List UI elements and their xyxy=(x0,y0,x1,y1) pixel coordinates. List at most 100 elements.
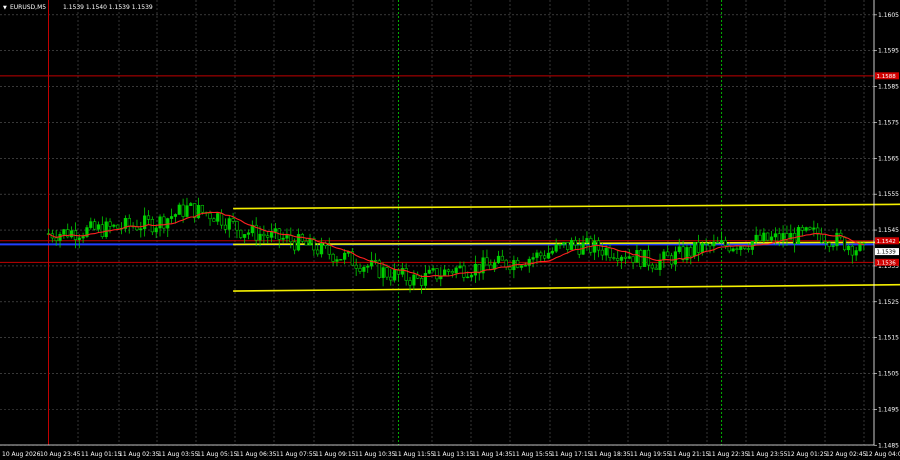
candle-body xyxy=(735,248,739,250)
candle-body xyxy=(589,238,593,253)
candle-body xyxy=(850,245,854,256)
candle-body xyxy=(500,255,504,261)
candle-body xyxy=(216,213,220,222)
candle-body xyxy=(319,242,324,255)
candle-body xyxy=(69,230,74,238)
x-tick-label: 11 Aug 21:15 xyxy=(669,451,710,458)
candle-body xyxy=(112,224,116,227)
x-tick-label: 11 Aug 06:35 xyxy=(236,451,277,458)
candle-body xyxy=(219,213,224,226)
candle-body xyxy=(804,227,808,231)
candle-body xyxy=(519,265,524,268)
candle-body xyxy=(373,260,378,262)
y-tick-label: 1.1595 xyxy=(878,48,899,55)
candle-body xyxy=(308,238,312,246)
candle-body xyxy=(689,247,693,257)
x-tick-label: 11 Aug 13:15 xyxy=(433,451,474,458)
ohlc-readout: 1.1539 1.1540 1.1539 1.1539 xyxy=(63,4,153,11)
candle-body xyxy=(304,240,308,246)
candle-body xyxy=(643,249,647,267)
candle-body xyxy=(693,242,697,257)
candle-body xyxy=(343,252,347,260)
candle-body xyxy=(535,252,539,258)
candle-body xyxy=(104,221,108,237)
candle-body xyxy=(116,224,120,229)
y-tick-label: 1.1485 xyxy=(878,442,899,449)
candle-body xyxy=(173,214,178,217)
candle-body xyxy=(158,216,162,229)
candle-body xyxy=(62,229,66,235)
candle-body xyxy=(339,259,343,261)
candle-body xyxy=(408,280,412,286)
candle-body xyxy=(454,267,458,274)
candle-body xyxy=(93,221,97,230)
x-tick-label: 11 Aug 01:15 xyxy=(81,451,122,458)
candle-body xyxy=(293,241,297,251)
candle-body xyxy=(258,233,262,241)
x-tick-label: 11 Aug 15:55 xyxy=(512,451,553,458)
candle-body xyxy=(593,240,597,253)
candle-body xyxy=(208,212,212,220)
candle-body xyxy=(458,265,462,269)
candle-body xyxy=(639,250,643,267)
candle-body xyxy=(185,205,189,217)
candle-body xyxy=(808,227,812,230)
candle-body xyxy=(327,245,331,255)
y-tick-label: 1.1555 xyxy=(878,191,899,198)
candle-body xyxy=(608,247,612,258)
candle-body xyxy=(731,248,735,252)
candle-body xyxy=(239,229,243,238)
x-tick-label: 11 Aug 22:35 xyxy=(708,451,749,458)
candle-body xyxy=(435,268,439,280)
candle-body xyxy=(212,218,216,222)
candle-body xyxy=(443,269,447,277)
candle-body xyxy=(354,264,358,269)
candle-body xyxy=(58,234,62,241)
x-tick-label: 11 Aug 18:35 xyxy=(590,451,631,458)
candle-body xyxy=(754,234,758,242)
y-tick-label: 1.1515 xyxy=(878,335,899,342)
candle-body xyxy=(612,257,616,259)
candle-body xyxy=(604,247,608,256)
candle-body xyxy=(650,264,654,269)
candle-body xyxy=(400,268,404,275)
candle-body xyxy=(846,245,851,251)
candle-body xyxy=(243,234,247,238)
candle-body xyxy=(193,203,197,219)
y-tick-label: 1.1495 xyxy=(878,406,899,413)
candle-body xyxy=(266,235,270,238)
candle-body xyxy=(269,231,274,238)
candle-body xyxy=(823,241,827,244)
candle-body xyxy=(446,269,451,272)
candle-body xyxy=(673,251,677,265)
x-tick-label: 10 Aug 23:45 xyxy=(40,451,81,458)
candle-body xyxy=(146,215,151,220)
candle-body xyxy=(666,251,670,257)
candle-body xyxy=(600,249,604,256)
header-dropdown-icon[interactable]: ▼ xyxy=(3,5,7,11)
candle-body xyxy=(262,233,266,237)
x-tick-label: 11 Aug 23:55 xyxy=(747,451,788,458)
y-tick-label: 1.1545 xyxy=(878,227,899,234)
price-chart[interactable]: 1.1605 1.1595 1.1585 1.1575 1.1565 1.1555 1.15… xyxy=(0,0,900,460)
candle-body xyxy=(635,250,639,263)
candle-body xyxy=(362,266,366,272)
candle-body xyxy=(196,204,201,219)
candle-body xyxy=(285,235,289,239)
candle-body xyxy=(539,252,543,257)
candle-body xyxy=(546,252,551,259)
candle-body xyxy=(381,267,385,278)
candle-body xyxy=(393,269,397,281)
symbol-label: EURUSD,M5 xyxy=(10,4,46,11)
candle-body xyxy=(77,237,81,240)
candle-body xyxy=(485,257,489,266)
candle-body xyxy=(550,250,554,254)
candle-body xyxy=(139,228,143,231)
candle-body xyxy=(189,203,193,206)
candle-body xyxy=(469,274,474,278)
candle-body xyxy=(769,236,774,241)
candle-body xyxy=(127,218,131,227)
candle-body xyxy=(235,221,239,231)
candle-body xyxy=(335,259,339,262)
candle-body xyxy=(831,245,835,247)
